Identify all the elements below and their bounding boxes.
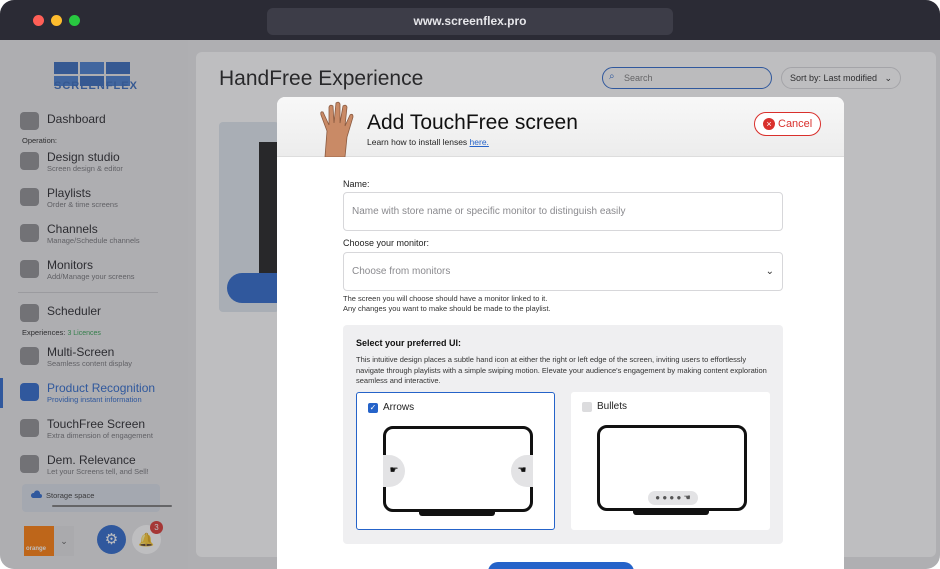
- modal-subtitle: Learn how to install lenses here.: [367, 137, 489, 147]
- address-bar[interactable]: www.screenflex.pro: [267, 8, 673, 35]
- monitor-hint-2: Any changes you want to make should be m…: [343, 304, 551, 313]
- minimize-window-button[interactable]: [51, 15, 62, 26]
- bullets-pager-icon: ● ● ● ● ☚: [648, 491, 698, 505]
- cancel-label: Cancel: [778, 118, 813, 130]
- close-window-button[interactable]: [33, 15, 44, 26]
- tv-preview-bullets: ● ● ● ● ☚: [597, 425, 747, 511]
- ui-option-bullets[interactable]: Bullets ● ● ● ● ☚: [571, 392, 770, 530]
- name-label: Name:: [343, 179, 370, 189]
- monitor-label: Choose your monitor:: [343, 238, 430, 248]
- monitor-select[interactable]: Choose from monitors ⌄: [343, 252, 783, 291]
- cancel-button[interactable]: × Cancel: [754, 112, 821, 136]
- name-placeholder: Name with store name or specific monitor…: [352, 206, 626, 217]
- close-icon: ×: [763, 118, 775, 130]
- checkbox-checked-icon[interactable]: ✓: [368, 403, 378, 413]
- modal-header: Add TouchFree screen Learn how to instal…: [277, 97, 844, 157]
- ui-panel-title: Select your preferred UI:: [356, 338, 462, 348]
- name-field[interactable]: Name with store name or specific monitor…: [343, 192, 783, 231]
- option-label: Bullets: [597, 401, 628, 412]
- install-lenses-link[interactable]: here.: [470, 137, 489, 147]
- subtitle-text: Learn how to install lenses: [367, 137, 470, 147]
- app-window: www.screenflex.pro SCREENFLEX Dashboard …: [0, 0, 940, 569]
- maximize-window-button[interactable]: [69, 15, 80, 26]
- left-hand-arrow-icon: ☛: [383, 455, 405, 487]
- chevron-down-icon: ⌄: [765, 266, 774, 277]
- tv-stand: [633, 511, 709, 515]
- add-touchfree-modal: Add TouchFree screen Learn how to instal…: [277, 97, 844, 569]
- submit-button[interactable]: [488, 562, 634, 569]
- modal-title: Add TouchFree screen: [367, 111, 578, 134]
- monitor-hint-1: The screen you will choose should have a…: [343, 294, 548, 303]
- hand-icon: [320, 101, 354, 157]
- checkbox-unchecked-icon[interactable]: [582, 402, 592, 412]
- ui-selection-panel: Select your preferred UI: This intuitive…: [343, 325, 783, 544]
- ui-option-arrows[interactable]: ✓ Arrows ☛ ☚: [356, 392, 555, 530]
- tv-preview-arrows: ☛ ☚: [383, 426, 533, 512]
- monitor-placeholder: Choose from monitors: [352, 266, 451, 277]
- ui-panel-description: This intuitive design places a subtle ha…: [356, 355, 767, 385]
- browser-titlebar: www.screenflex.pro: [0, 0, 940, 40]
- tv-stand: [419, 512, 495, 516]
- right-hand-arrow-icon: ☚: [511, 455, 533, 487]
- option-label: Arrows: [383, 402, 415, 413]
